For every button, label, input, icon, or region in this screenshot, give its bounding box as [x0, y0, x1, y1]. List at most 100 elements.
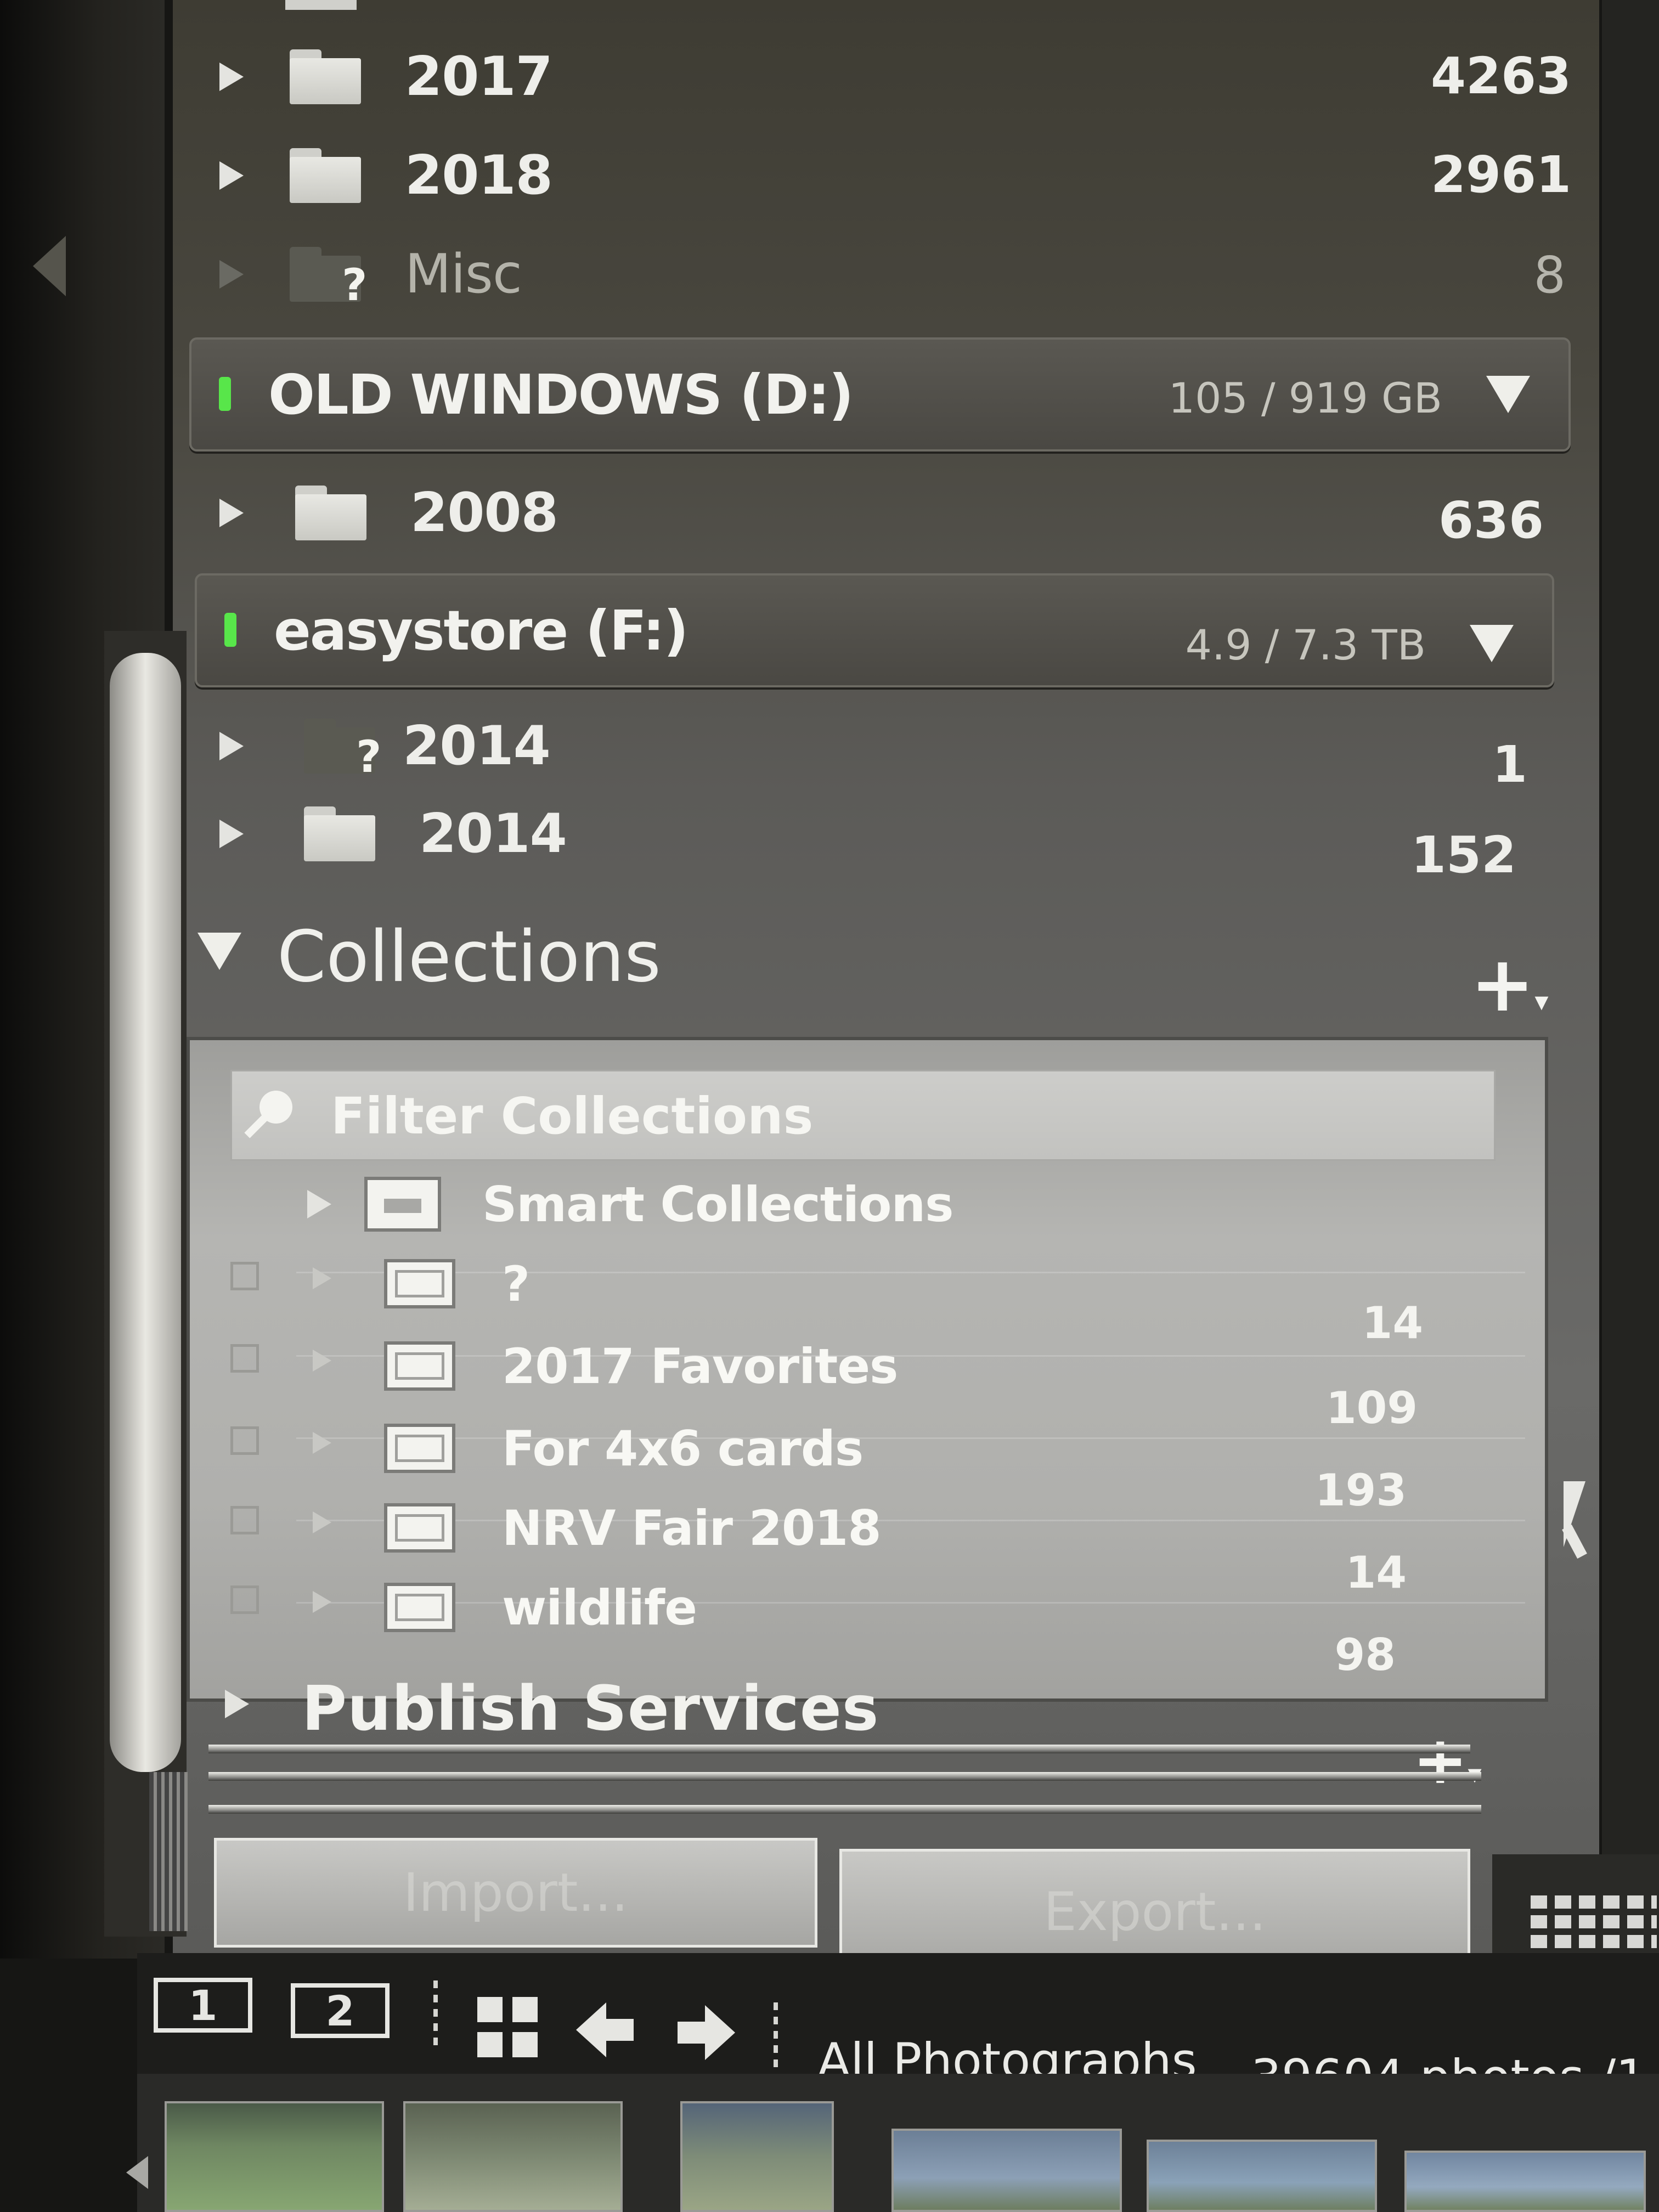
folder-name: 2017 — [405, 46, 553, 108]
toolbar-separator — [774, 2002, 778, 2074]
panel-resize-grip[interactable] — [149, 1772, 188, 1931]
collection-expand-icon — [313, 1432, 331, 1454]
folder-row-2017[interactable]: 2017 — [219, 44, 553, 110]
panel-scrollbar-thumb[interactable] — [110, 653, 181, 1772]
collection-expand-icon — [313, 1591, 331, 1613]
collection-expand-icon — [313, 1350, 331, 1372]
filmstrip-thumbnail[interactable] — [1404, 2151, 1646, 2212]
folder-name: Misc — [405, 243, 522, 306]
arrow-left-icon[interactable] — [576, 2002, 636, 2057]
add-collection-button[interactable]: +▾ — [1470, 946, 1548, 1023]
collection-name: 2017 Favorites — [502, 1338, 898, 1395]
collection-icon — [384, 1341, 455, 1391]
folder-name: 2014 — [419, 803, 567, 865]
add-publish-service-button[interactable]: +▾ — [1413, 1728, 1482, 1794]
folder-count: 1 — [1492, 735, 1527, 794]
collection-count: 98 — [1334, 1629, 1396, 1680]
folder-name: 2008 — [410, 482, 558, 544]
collection-row[interactable]: 2017 Favorites — [384, 1338, 898, 1395]
filter-collections-field[interactable]: Filter Collections — [230, 1070, 1496, 1161]
expand-triangle-icon[interactable] — [219, 732, 244, 760]
collection-icon — [384, 1503, 455, 1553]
expand-triangle-icon[interactable] — [219, 161, 244, 190]
folder-count: 2961 — [1430, 145, 1571, 204]
filmstrip-thumbnail[interactable] — [403, 2101, 623, 2212]
collapse-left-panel-icon[interactable] — [33, 236, 66, 296]
collection-count: 193 — [1315, 1465, 1407, 1516]
folder-count: 8 — [1533, 246, 1566, 304]
filmstrip-scroll-left-icon[interactable] — [126, 2156, 148, 2189]
collection-icon — [384, 1583, 455, 1632]
smart-collection-set-icon — [364, 1177, 441, 1232]
collection-name: NRV Fair 2018 — [502, 1499, 882, 1556]
drive-header-d[interactable]: OLD WINDOWS (D:) 105 / 919 GB — [189, 337, 1571, 452]
drive-capacity: 105 / 919 GB — [1168, 374, 1442, 422]
folder-count: 152 — [1410, 826, 1516, 884]
expand-publish-triangle-icon[interactable] — [225, 1690, 249, 1718]
collection-count: 14 — [1345, 1547, 1407, 1598]
drive-label: OLD WINDOWS (D:) — [268, 363, 854, 427]
missing-folder-icon: ? — [290, 247, 367, 307]
collection-count: 109 — [1326, 1383, 1418, 1434]
collection-expand-icon — [313, 1267, 331, 1289]
collections-header[interactable]: Collections — [277, 916, 661, 998]
publish-services-header[interactable]: Publish Services — [302, 1673, 879, 1745]
expand-triangle-icon[interactable] — [219, 820, 244, 848]
smart-collections-label: Smart Collections — [482, 1176, 953, 1233]
expand-triangle-icon[interactable] — [219, 63, 244, 91]
panel-divider — [208, 1772, 1481, 1781]
folder-count: 4263 — [1430, 47, 1571, 105]
drive-header-f[interactable]: easystore (F:) 4.9 / 7.3 TB — [195, 573, 1554, 687]
folder-row-2014[interactable]: 2014 — [219, 801, 567, 867]
collection-row[interactable]: ? — [384, 1256, 530, 1312]
folder-row-misc[interactable]: ? Misc — [219, 241, 522, 307]
filmstrip-thumbnail[interactable] — [1147, 2140, 1377, 2212]
expand-triangle-icon — [219, 260, 244, 289]
collection-name: wildlife — [502, 1579, 697, 1636]
arrow-right-icon[interactable] — [675, 2005, 735, 2060]
panel-divider — [208, 1805, 1481, 1814]
folder-name: 2018 — [405, 144, 553, 207]
collection-row[interactable]: wildlife — [384, 1579, 697, 1636]
smart-collections-row[interactable]: Smart Collections — [307, 1174, 953, 1234]
target-collection-checkbox[interactable] — [230, 1262, 259, 1290]
folder-row-2018[interactable]: 2018 — [219, 143, 553, 208]
expand-triangle-icon[interactable] — [219, 499, 244, 527]
folder-row-2008[interactable]: 2008 — [219, 480, 558, 546]
second-window-button[interactable]: 2 — [291, 1983, 390, 2038]
expand-triangle-icon[interactable] — [307, 1190, 331, 1218]
folder-row-partial — [285, 0, 357, 10]
collection-expand-icon — [313, 1511, 331, 1533]
center-area-edge — [1602, 0, 1659, 1865]
drive-label: easystore (F:) — [274, 599, 689, 663]
folder-icon — [290, 148, 361, 203]
collection-icon — [384, 1259, 455, 1308]
filmstrip-thumbnail[interactable] — [680, 2101, 834, 2212]
target-collection-checkbox[interactable] — [230, 1506, 259, 1534]
folder-icon — [290, 49, 361, 104]
collection-row[interactable]: For 4x6 cards — [384, 1420, 864, 1477]
folder-icon — [304, 806, 375, 861]
missing-folder-icon: ? — [304, 719, 381, 779]
search-icon-handle — [244, 1113, 269, 1138]
collection-count: 14 — [1362, 1297, 1423, 1348]
grid-view-icon[interactable] — [477, 1997, 538, 2057]
collection-name: For 4x6 cards — [502, 1420, 864, 1477]
target-collection-checkbox[interactable] — [230, 1426, 259, 1455]
main-window-button[interactable]: 1 — [154, 1978, 252, 2033]
import-button[interactable]: Import... — [214, 1838, 817, 1948]
filter-collections-placeholder: Filter Collections — [331, 1087, 814, 1146]
target-collection-checkbox[interactable] — [230, 1344, 259, 1373]
drive-menu-triangle-icon[interactable] — [1486, 376, 1530, 413]
collection-row[interactable]: NRV Fair 2018 — [384, 1499, 882, 1556]
filmstrip-thumbnail[interactable] — [165, 2101, 384, 2212]
folder-count: 636 — [1438, 491, 1544, 550]
target-collection-checkbox[interactable] — [230, 1585, 259, 1614]
filmstrip-thumbnail[interactable] — [891, 2129, 1122, 2212]
folder-row-2014-missing[interactable]: ? 2014 — [219, 713, 551, 779]
collapse-collections-triangle-icon[interactable] — [198, 933, 241, 970]
toolbar-separator — [433, 1980, 438, 2052]
drive-menu-triangle-icon[interactable] — [1470, 625, 1514, 662]
panel-divider — [208, 1745, 1470, 1753]
drive-status-led — [224, 613, 236, 647]
